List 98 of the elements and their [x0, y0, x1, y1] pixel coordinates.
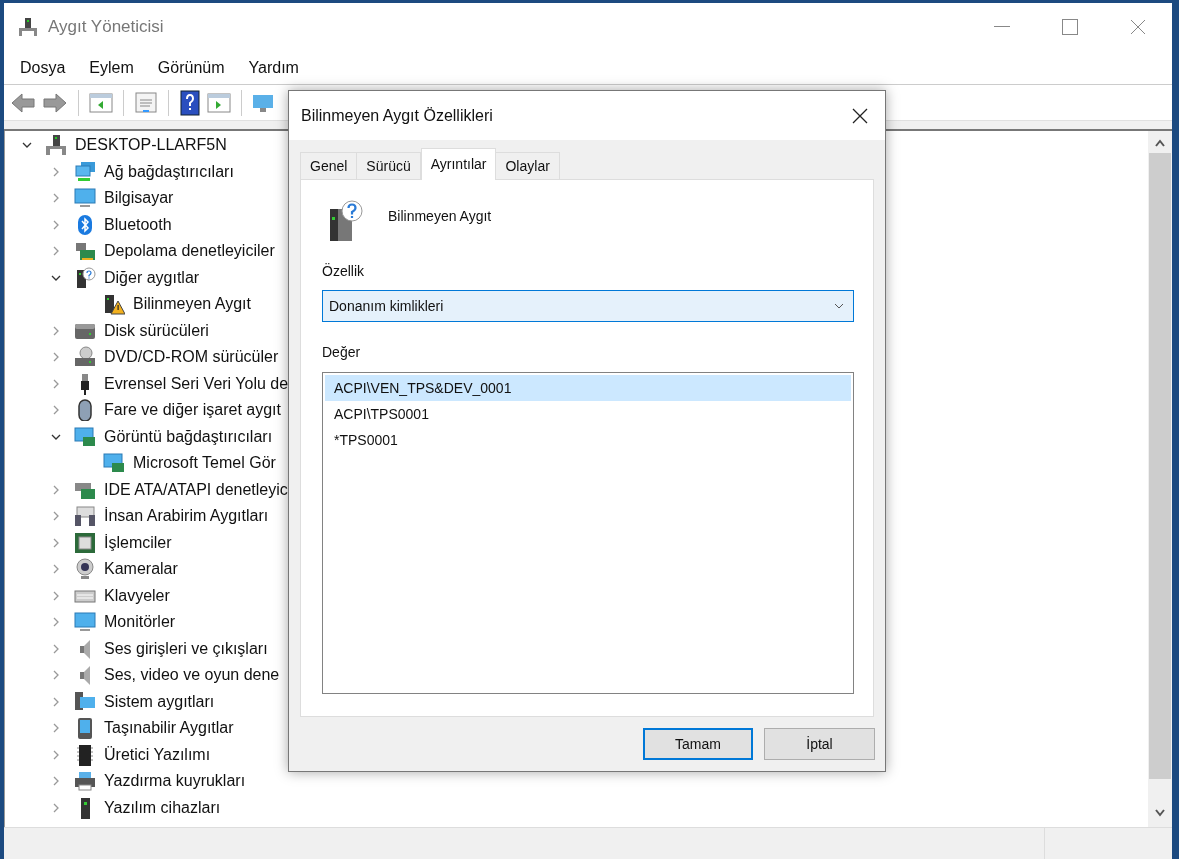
expand-chevron-icon[interactable] — [51, 670, 61, 681]
tree-item[interactable]: Yazılım cihazları — [104, 795, 221, 820]
expand-chevron-icon[interactable] — [51, 776, 61, 787]
action-pane-icon[interactable] — [207, 91, 231, 114]
value-row[interactable]: ACPI\TPS0001 — [325, 401, 851, 427]
expand-chevron-icon[interactable] — [51, 802, 61, 813]
dialog-title: Bilinmeyen Aygıt Özellikleri — [301, 105, 493, 126]
tab[interactable]: Ayrıntılar — [420, 148, 497, 180]
tree-item[interactable]: Microsoft Temel Gör — [133, 451, 276, 476]
close-icon — [852, 107, 868, 124]
expand-chevron-icon[interactable] — [51, 537, 61, 548]
tree-item[interactable]: Diğer aygıtlar — [104, 265, 200, 290]
console-tree-icon[interactable] — [89, 91, 113, 114]
expand-chevron-icon[interactable] — [51, 352, 61, 363]
tree-item[interactable]: IDE ATA/ATAPI denetleyic — [104, 477, 288, 502]
printer-icon — [74, 770, 96, 793]
expand-chevron-icon[interactable] — [51, 723, 61, 734]
keyboard-controller-icon — [74, 505, 96, 528]
processor-icon — [74, 531, 96, 554]
help-icon[interactable] — [179, 89, 201, 116]
back-arrow-icon[interactable] — [10, 91, 36, 114]
expand-chevron-icon[interactable] — [51, 511, 61, 522]
menu-item[interactable]: Eylem — [79, 55, 144, 80]
window-title: Aygıt Yöneticisi — [48, 16, 164, 39]
expand-chevron-icon[interactable] — [51, 219, 61, 230]
tree-item[interactable]: Yazdırma kuyrukları — [104, 769, 246, 794]
expand-chevron-icon[interactable] — [51, 484, 61, 495]
dropdown-caret-icon — [834, 303, 844, 309]
menu-item[interactable]: Görünüm — [147, 55, 235, 80]
tree-item[interactable]: Ses girişleri ve çıkışları — [104, 636, 268, 661]
monitor-icon — [74, 187, 96, 210]
tab[interactable]: Genel — [300, 152, 358, 179]
network-icon — [74, 160, 96, 183]
ok-button[interactable]: Tamam — [643, 728, 753, 760]
app-icon — [18, 17, 38, 37]
system-devices-icon — [74, 690, 96, 713]
tree-item[interactable]: İnsan Arabirim Aygıtları — [104, 504, 269, 529]
tree-item[interactable]: Sistem aygıtları — [104, 689, 215, 714]
value-row[interactable]: *TPS0001 — [325, 427, 851, 453]
property-dropdown[interactable]: Donanım kimlikleri — [322, 290, 854, 322]
tree-item[interactable]: DVD/CD-ROM sürücüler — [104, 345, 279, 370]
tree-item[interactable]: Evrensel Seri Veri Yolu de — [104, 371, 289, 396]
tab[interactable]: Sürücü — [356, 152, 421, 179]
tree-item[interactable]: Klavyeler — [104, 583, 170, 608]
unknown-device-icon — [74, 266, 96, 289]
computer-icon — [45, 134, 67, 157]
tree-item[interactable]: Fare ve diğer işaret aygıt — [104, 398, 281, 423]
cancel-button[interactable]: İptal — [764, 728, 875, 760]
maximize-icon — [1062, 19, 1078, 35]
properties-icon[interactable] — [134, 91, 158, 114]
device-name: Bilinmeyen Aygıt — [388, 207, 492, 226]
display-adapter-icon — [74, 425, 96, 448]
menu-item[interactable]: Dosya — [10, 55, 76, 80]
expand-chevron-icon[interactable] — [51, 193, 61, 204]
forward-arrow-icon[interactable] — [42, 91, 68, 114]
tree-item[interactable]: Depolama denetleyiciler — [104, 239, 275, 264]
tree-item[interactable]: Disk sürücüleri — [104, 318, 209, 343]
expand-chevron-icon[interactable] — [51, 590, 61, 601]
expand-chevron-icon[interactable] — [51, 617, 61, 628]
tree-item[interactable]: Görüntü bağdaştırıcıları — [104, 424, 273, 449]
scrollbar[interactable] — [1148, 131, 1172, 827]
expand-chevron-icon[interactable] — [51, 378, 61, 389]
expand-chevron-icon[interactable] — [51, 749, 61, 760]
optical-drive-icon — [74, 346, 96, 369]
webcam-icon — [74, 558, 96, 581]
property-label: Özellik — [322, 262, 364, 281]
tree-item[interactable]: İşlemciler — [104, 530, 172, 555]
expand-chevron-icon[interactable] — [51, 405, 61, 416]
tree-item[interactable]: Ses, video ve oyun dene — [104, 663, 280, 688]
tree-item[interactable]: DESKTOP-LLARF5N — [75, 133, 227, 158]
tree-item[interactable]: Bilgisayar — [104, 186, 174, 211]
expand-chevron-icon[interactable] — [51, 643, 61, 654]
monitor-icon — [74, 611, 96, 634]
close-icon — [1130, 19, 1146, 35]
chip-icon — [74, 743, 96, 766]
value-row[interactable]: ACPI\VEN_TPS&DEV_0001 — [325, 375, 851, 401]
menu-item[interactable]: Yardım — [238, 55, 309, 80]
minimize-icon — [994, 26, 1010, 28]
storage-controller-icon — [74, 240, 96, 263]
tree-item[interactable]: Monitörler — [104, 610, 176, 635]
expand-chevron-icon[interactable] — [51, 325, 61, 336]
expand-chevron-icon[interactable] — [51, 166, 61, 177]
tree-item[interactable]: Üretici Yazılımı — [104, 742, 211, 767]
tree-item[interactable]: Ağ bağdaştırıcıları — [104, 159, 234, 184]
expand-chevron-icon[interactable] — [51, 564, 61, 575]
scroll-down-icon[interactable] — [1155, 809, 1165, 817]
scrollbar-thumb[interactable] — [1149, 153, 1171, 779]
value-label: Değer — [322, 343, 361, 362]
tree-item[interactable]: Bluetooth — [104, 212, 172, 237]
tab[interactable]: Olaylar — [495, 152, 560, 179]
expand-chevron-icon[interactable] — [51, 246, 61, 257]
tree-item[interactable]: Taşınabilir Aygıtlar — [104, 716, 234, 741]
scroll-up-icon[interactable] — [1155, 139, 1165, 147]
tree-item[interactable]: Bilinmeyen Aygıt — [133, 292, 251, 317]
display-adapter-icon — [103, 452, 125, 475]
warning-device-icon — [103, 293, 125, 316]
expand-chevron-icon[interactable] — [51, 696, 61, 707]
tree-item[interactable]: Kameralar — [104, 557, 178, 582]
